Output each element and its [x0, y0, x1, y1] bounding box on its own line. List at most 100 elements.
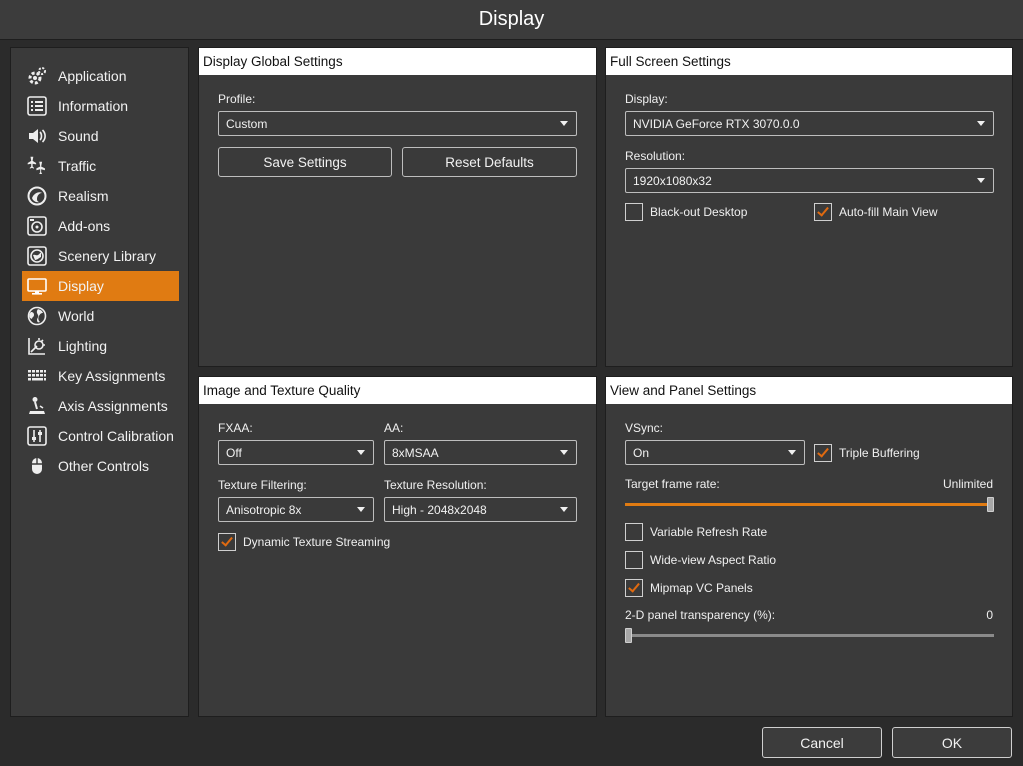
sidebar: Application Information Sound Traffic Re…: [10, 47, 189, 717]
chevron-down-icon: [560, 507, 568, 512]
sidebar-item-axis-assignments[interactable]: Axis Assignments: [22, 391, 179, 421]
save-settings-button[interactable]: Save Settings: [218, 147, 392, 177]
variable-refresh-rate-checkbox[interactable]: Variable Refresh Rate: [625, 523, 767, 541]
slider-thumb[interactable]: [625, 628, 632, 643]
panel-transparency-slider[interactable]: [625, 628, 994, 643]
sliders-icon: [26, 425, 48, 447]
sidebar-item-information[interactable]: Information: [22, 91, 179, 121]
slider-thumb[interactable]: [987, 497, 994, 512]
sidebar-item-traffic[interactable]: Traffic: [22, 151, 179, 181]
globe-icon: [26, 305, 48, 327]
realism-icon: [26, 185, 48, 207]
panel-header: Full Screen Settings: [606, 48, 1012, 75]
blackout-desktop-checkbox[interactable]: Black-out Desktop: [625, 203, 747, 221]
display-global-settings-panel: Display Global Settings Profile: Custom …: [198, 47, 597, 367]
dynamic-texture-streaming-checkbox[interactable]: Dynamic Texture Streaming: [218, 533, 390, 551]
sidebar-item-control-calibration[interactable]: Control Calibration: [22, 421, 179, 451]
sidebar-item-label: Realism: [58, 188, 109, 204]
resolution-select[interactable]: 1920x1080x32: [625, 168, 994, 193]
chevron-down-icon: [560, 450, 568, 455]
cancel-button[interactable]: Cancel: [762, 727, 882, 758]
sidebar-item-label: Axis Assignments: [58, 398, 168, 414]
mipmap-vc-panels-checkbox[interactable]: Mipmap VC Panels: [625, 579, 753, 597]
profile-value: Custom: [226, 116, 268, 131]
monitor-icon: [26, 275, 48, 297]
sidebar-item-other-controls[interactable]: Other Controls: [22, 451, 179, 481]
ok-label: OK: [941, 734, 963, 751]
autofill-main-view-checkbox[interactable]: Auto-fill Main View: [814, 203, 937, 221]
reset-defaults-button[interactable]: Reset Defaults: [402, 147, 577, 177]
sidebar-item-label: Application: [58, 68, 127, 84]
checkbox-box: [625, 579, 643, 597]
target-frame-rate-value: Unlimited: [942, 477, 993, 491]
autofill-main-view-label: Auto-fill Main View: [839, 205, 938, 219]
profile-label: Profile:: [218, 92, 256, 106]
gear-icon: [26, 65, 48, 87]
chevron-down-icon: [977, 178, 985, 183]
sidebar-item-display[interactable]: Display: [22, 271, 179, 301]
texture-resolution-select[interactable]: High - 2048x2048: [384, 497, 577, 522]
aa-select[interactable]: 8xMSAA: [384, 440, 577, 465]
resolution-label: Resolution:: [625, 149, 686, 163]
panel-header: Image and Texture Quality: [199, 377, 596, 404]
ok-button[interactable]: OK: [892, 727, 1012, 758]
panel-header: View and Panel Settings: [606, 377, 1012, 404]
checkbox-box: [625, 203, 643, 221]
fxaa-select[interactable]: Off: [218, 440, 374, 465]
fxaa-label: FXAA:: [218, 421, 253, 435]
slider-fill: [625, 503, 987, 506]
texture-filtering-select[interactable]: Anisotropic 8x: [218, 497, 374, 522]
mipmap-vc-panels-label: Mipmap VC Panels: [650, 581, 753, 595]
sidebar-item-key-assignments[interactable]: Key Assignments: [22, 361, 179, 391]
triple-buffering-checkbox[interactable]: Triple Buffering: [814, 444, 920, 462]
sidebar-item-sound[interactable]: Sound: [22, 121, 179, 151]
check-icon: [817, 204, 829, 217]
panel-transparency-label: 2-D panel transparency (%):: [625, 608, 776, 622]
sidebar-item-label: Add-ons: [58, 218, 111, 234]
target-frame-rate-label: Target frame rate:: [625, 477, 720, 491]
save-settings-label: Save Settings: [263, 154, 347, 170]
wide-view-aspect-ratio-checkbox[interactable]: Wide-view Aspect Ratio: [625, 551, 776, 569]
display-label: Display:: [625, 92, 668, 106]
display-select[interactable]: NVIDIA GeForce RTX 3070.0.0: [625, 111, 994, 136]
checkbox-box: [814, 444, 832, 462]
checkbox-box: [625, 523, 643, 541]
full-screen-settings-panel: Full Screen Settings Display: NVIDIA GeF…: [605, 47, 1013, 367]
sidebar-item-realism[interactable]: Realism: [22, 181, 179, 211]
sidebar-item-scenery-library[interactable]: Scenery Library: [22, 241, 179, 271]
vsync-label: VSync:: [625, 421, 664, 435]
keyboard-icon: [26, 365, 48, 387]
texture-filtering-value: Anisotropic 8x: [226, 502, 302, 517]
aa-label: AA:: [384, 421, 404, 435]
chevron-down-icon: [788, 450, 796, 455]
checkbox-box: [625, 551, 643, 569]
sidebar-item-add-ons[interactable]: Add-ons: [22, 211, 179, 241]
variable-refresh-rate-label: Variable Refresh Rate: [650, 525, 768, 539]
checkbox-box: [218, 533, 236, 551]
chevron-down-icon: [977, 121, 985, 126]
check-icon: [817, 445, 829, 458]
sidebar-item-label: Key Assignments: [58, 368, 166, 384]
lighting-icon: [26, 335, 48, 357]
chevron-down-icon: [357, 450, 365, 455]
target-frame-rate-slider[interactable]: [625, 497, 994, 512]
sidebar-item-world[interactable]: World: [22, 301, 179, 331]
speaker-icon: [26, 125, 48, 147]
list-icon: [26, 95, 48, 117]
display-value: NVIDIA GeForce RTX 3070.0.0: [633, 116, 800, 131]
panel-transparency-value: 0: [986, 608, 993, 622]
vsync-select[interactable]: On: [625, 440, 805, 465]
profile-select[interactable]: Custom: [218, 111, 577, 136]
texture-resolution-label: Texture Resolution:: [384, 478, 487, 492]
sidebar-item-label: Sound: [58, 128, 99, 144]
scenery-icon: [26, 245, 48, 267]
check-icon: [628, 580, 640, 593]
mouse-icon: [26, 455, 48, 477]
sidebar-item-label: Information: [58, 98, 129, 114]
chevron-down-icon: [357, 507, 365, 512]
joystick-icon: [26, 395, 48, 417]
dynamic-texture-streaming-label: Dynamic Texture Streaming: [243, 535, 391, 549]
window-title: Display: [478, 8, 545, 30]
sidebar-item-lighting[interactable]: Lighting: [22, 331, 179, 361]
sidebar-item-application[interactable]: Application: [22, 61, 179, 91]
